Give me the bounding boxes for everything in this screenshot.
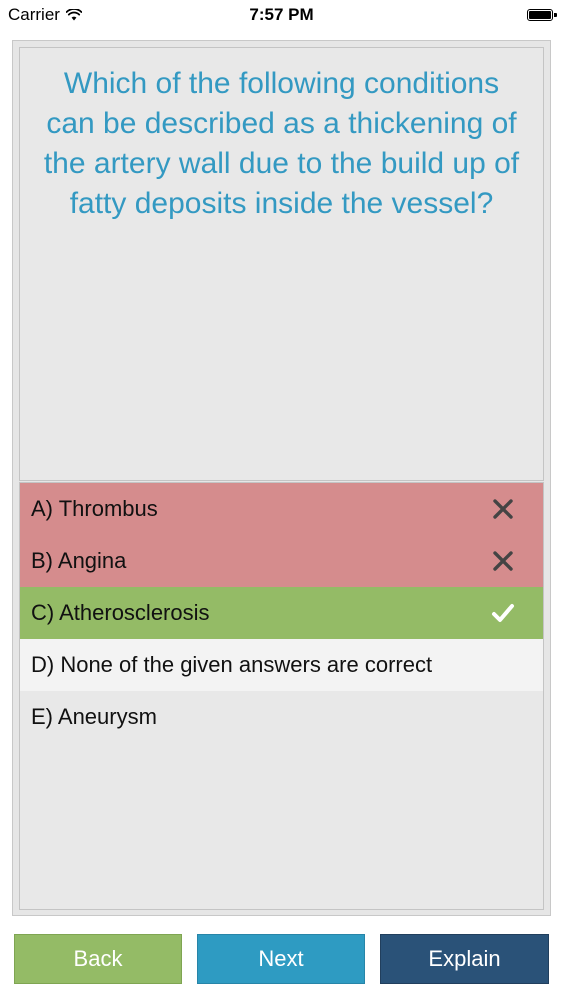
answer-option-a[interactable]: A) Thrombus — [20, 483, 543, 535]
answer-label: A) Thrombus — [31, 496, 158, 521]
status-time: 7:57 PM — [249, 5, 314, 24]
question-box: Which of the following conditions can be… — [19, 47, 544, 481]
answer-label: D) None of the given answers are correct — [31, 652, 433, 677]
answer-option-b[interactable]: B) Angina — [20, 535, 543, 587]
explain-button[interactable]: Explain — [380, 934, 549, 984]
cross-icon — [493, 499, 513, 519]
back-button[interactable]: Back — [14, 934, 182, 984]
quiz-panel: Which of the following conditions can be… — [12, 40, 551, 916]
answer-label: B) Angina — [31, 548, 127, 573]
answer-label: E) Aneurysm — [31, 704, 157, 729]
answers-list: A) Thrombus B) Angina C) Atherosclerosis… — [19, 482, 544, 910]
answer-option-e[interactable]: E) Aneurysm — [20, 691, 543, 743]
question-text: Which of the following conditions can be… — [43, 67, 520, 220]
battery-full-icon — [527, 9, 557, 21]
answer-label: C) Atherosclerosis — [31, 600, 210, 625]
checkmark-icon — [492, 604, 514, 622]
answer-option-c[interactable]: C) Atherosclerosis — [20, 587, 543, 639]
status-bar: Carrier 7:57 PM — [0, 0, 563, 30]
cross-icon — [493, 551, 513, 571]
answer-option-d[interactable]: D) None of the given answers are correct — [20, 639, 543, 691]
next-button[interactable]: Next — [197, 934, 365, 984]
